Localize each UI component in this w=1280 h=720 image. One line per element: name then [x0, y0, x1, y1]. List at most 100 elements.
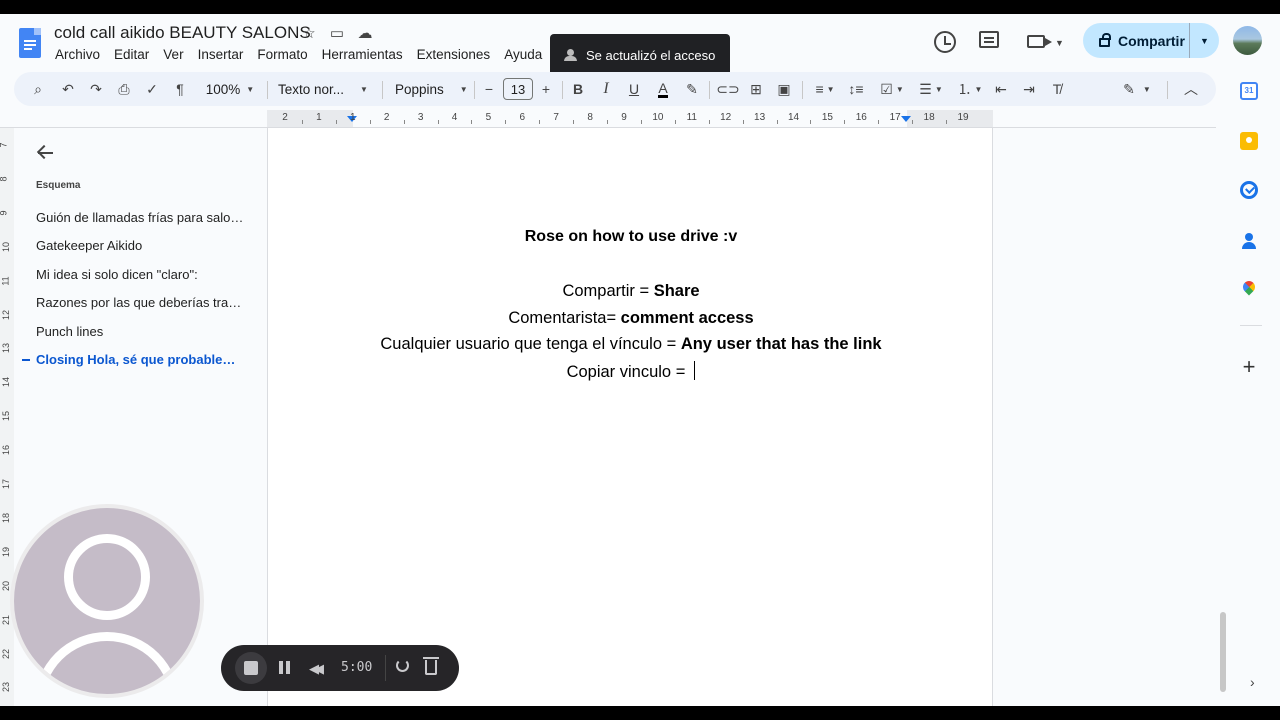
menu-ayuda[interactable]: Ayuda	[497, 45, 549, 64]
bullet-list-icon[interactable]: ☰ ▼	[914, 72, 948, 106]
ruler-number: 1	[316, 112, 322, 123]
cloud-icon[interactable]: ☁	[356, 24, 374, 42]
keep-icon[interactable]	[1240, 132, 1258, 150]
stop-button[interactable]	[235, 652, 267, 684]
maps-icon[interactable]	[1240, 281, 1258, 299]
line-plain: Copiar vinculo =	[566, 363, 690, 381]
bold-icon[interactable]: B	[570, 72, 586, 106]
share-main[interactable]: Compartir	[1083, 23, 1190, 58]
font-size-input[interactable]: 13	[503, 78, 533, 100]
toolbar-divider	[1167, 81, 1168, 99]
ruler-tick	[471, 120, 473, 124]
outline-item-active[interactable]: Closing Hola, sé que probablemente	[36, 352, 246, 367]
outline-item[interactable]: Gatekeeper Aikido	[36, 238, 246, 253]
italic-icon[interactable]: I	[598, 72, 614, 106]
increase-indent-icon[interactable]: ⇥	[1019, 72, 1039, 106]
right-indent-marker[interactable]	[901, 116, 911, 122]
title-icons: ☆ ▭ ☁	[300, 24, 374, 42]
undo-icon[interactable]: ↶	[58, 72, 78, 106]
ruler-number: 20	[1, 580, 12, 591]
webcam-overlay	[10, 504, 204, 698]
outline-item[interactable]: Mi idea si solo dicen "claro":	[36, 267, 246, 282]
spellcheck-icon[interactable]: ✓	[142, 72, 162, 106]
chevron-down-icon: ▼	[934, 84, 943, 94]
ruler-number: 7	[0, 142, 9, 147]
line-bold: comment access	[620, 309, 754, 327]
outline-item[interactable]: Punch lines	[36, 324, 246, 339]
numbered-list-icon[interactable]: ⒈ ▼	[953, 72, 987, 106]
print-icon[interactable]: ⎙	[114, 72, 134, 106]
decrease-indent-icon[interactable]: ⇤	[991, 72, 1011, 106]
ruler-number: 12	[720, 112, 732, 123]
ruler-number: 2	[282, 112, 288, 123]
align-icon[interactable]: ≡ ▼	[809, 72, 841, 106]
redo-icon[interactable]: ↷	[86, 72, 106, 106]
contacts-icon[interactable]	[1240, 232, 1258, 250]
add-comment-icon[interactable]: ⊞	[746, 72, 766, 106]
line-plain: Comentarista=	[508, 309, 621, 327]
document-title[interactable]: cold call aikido BEAUTY SALONS	[54, 23, 311, 43]
history-icon[interactable]	[934, 31, 956, 53]
chevron-down-icon: ▼	[895, 84, 904, 94]
calendar-icon[interactable]: 31	[1240, 82, 1258, 100]
increase-font-icon[interactable]: +	[538, 72, 554, 106]
ruler-number: 4	[451, 112, 458, 123]
menu-ver[interactable]: Ver	[156, 45, 190, 64]
collapse-icon[interactable]: ︿	[1182, 72, 1200, 106]
trash-icon[interactable]	[423, 657, 439, 675]
share-dropdown-icon[interactable]: ▼	[1190, 36, 1219, 46]
clear-format-icon[interactable]: T̸	[1047, 72, 1067, 106]
comment-icon[interactable]	[979, 31, 999, 48]
chevron-down-icon[interactable]: ▼	[1055, 38, 1064, 48]
menu-formato[interactable]: Formato	[250, 45, 314, 64]
toolbar-divider	[709, 81, 710, 99]
restart-icon[interactable]	[396, 659, 409, 672]
docs-logo-icon[interactable]	[19, 28, 41, 58]
back-arrow-icon[interactable]	[36, 144, 54, 162]
link-icon[interactable]: ⊂⊃	[716, 72, 739, 106]
underline-icon[interactable]: U	[626, 72, 642, 106]
paint-format-icon[interactable]: ¶	[170, 72, 190, 106]
ruler-tick	[573, 120, 575, 124]
tasks-icon[interactable]	[1240, 181, 1258, 199]
star-icon[interactable]: ☆	[300, 24, 318, 42]
ruler-number: 3	[417, 112, 424, 123]
edit-mode-icon[interactable]: ✎ ▼	[1117, 72, 1157, 106]
chevron-right-icon[interactable]: ›	[1250, 674, 1255, 690]
ruler-number: 18	[923, 112, 935, 123]
search-icon[interactable]: ⌕	[28, 72, 48, 106]
chevron-down-icon: ▼	[826, 84, 835, 94]
scrollbar[interactable]	[1220, 612, 1226, 692]
share-button[interactable]: Compartir ▼	[1083, 23, 1219, 58]
ruler-tick	[369, 120, 371, 124]
font-select[interactable]: Poppins ▼	[395, 72, 468, 106]
account-avatar[interactable]	[1233, 26, 1262, 55]
ruler-number: 1	[350, 112, 356, 123]
move-folder-icon[interactable]: ▭	[328, 24, 346, 42]
highlight-icon[interactable]: ✎	[683, 72, 701, 106]
document-page[interactable]: Rose on how to use drive :v Compartir = …	[267, 128, 993, 706]
menu-archivo[interactable]: Archivo	[48, 45, 107, 64]
menu-herramientas[interactable]: Herramientas	[315, 45, 410, 64]
toolbar: ⌕ ↶ ↷ ⎙ ✓ ¶ 100% ▼ Texto nor... ▼ Poppins ▼…	[14, 72, 1216, 106]
rewind-icon[interactable]: ◀◀	[309, 661, 324, 677]
horizontal-ruler[interactable]: 2 1 1 2 3 4 5 6 7 8 9 10 11 12 13 14 15 16 17 18 19	[267, 110, 993, 128]
checklist-icon[interactable]: ☑ ▼	[875, 72, 909, 106]
decrease-font-icon[interactable]: −	[481, 72, 497, 106]
meet-icon[interactable]	[1027, 35, 1052, 48]
plus-icon[interactable]: +	[1240, 356, 1258, 378]
menu-editar[interactable]: Editar	[107, 45, 156, 64]
image-icon[interactable]: ▣	[774, 72, 794, 106]
outline-item[interactable]: Guión de llamadas frías para salones de …	[36, 210, 246, 225]
line-spacing-icon[interactable]: ↕≡	[846, 72, 866, 106]
pause-icon[interactable]	[279, 661, 290, 674]
zoom-select[interactable]: 100% ▼	[200, 72, 260, 106]
recording-controls: ◀◀ 5:00	[221, 645, 459, 691]
text-color-icon[interactable]: A	[654, 72, 672, 106]
menu-insertar[interactable]: Insertar	[191, 45, 251, 64]
style-select[interactable]: Texto nor... ▼	[278, 72, 372, 106]
menu-extensiones[interactable]: Extensiones	[410, 45, 498, 64]
ruler-number: 9	[621, 112, 627, 123]
outline-item[interactable]: Razones por las que deberías trabajar co…	[36, 295, 246, 310]
ruler-tick	[844, 120, 846, 124]
